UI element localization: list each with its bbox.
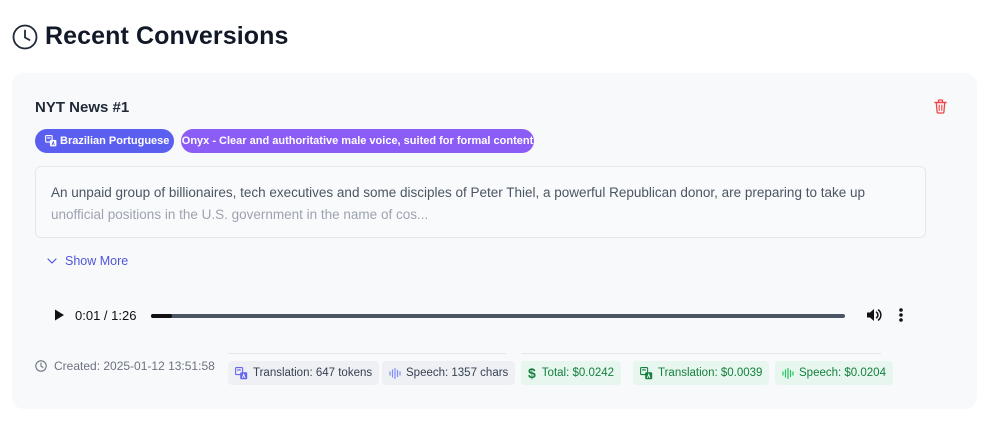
trash-icon <box>933 98 947 114</box>
voice-label: Onyx - Clear and authoritative male voic… <box>181 135 534 147</box>
total-cost-stat: $ Total: $0.0242 <box>521 361 622 385</box>
audio-progress-bar[interactable] <box>151 314 845 318</box>
audio-progress-fill <box>151 314 172 318</box>
created-info: Created: 2025-01-12 13:51:58 <box>35 359 215 373</box>
translation-cost-stat: Translation: $0.0039 <box>633 361 770 385</box>
text-preview-line-1: An unpaid group of billionaires, tech ex… <box>51 185 865 200</box>
clock-icon <box>35 360 47 372</box>
speech-chars-label: Speech: 1357 chars <box>406 367 509 379</box>
translate-icon <box>45 135 57 147</box>
speech-cost-label: Speech: $0.0204 <box>799 367 886 379</box>
conversion-title: NYT News #1 <box>35 99 130 116</box>
created-label: Created: 2025-01-12 13:51:58 <box>54 359 215 373</box>
cost-divider <box>521 353 881 354</box>
page-header: Recent Conversions <box>12 22 289 51</box>
translate-icon <box>640 366 653 380</box>
clock-icon <box>12 24 38 50</box>
audio-player: 0:01 / 1:26 <box>35 297 921 333</box>
waveform-icon <box>389 367 401 379</box>
voice-badge: Onyx - Clear and authoritative male voic… <box>181 129 534 153</box>
language-label: Brazilian Portuguese <box>60 135 170 147</box>
translate-icon <box>235 366 248 380</box>
delete-button[interactable] <box>931 97 949 115</box>
translation-tokens-label: Translation: 647 tokens <box>253 367 373 379</box>
page-title: Recent Conversions <box>45 22 289 50</box>
speech-cost-stat: Speech: $0.0204 <box>775 361 893 385</box>
translation-cost-label: Translation: $0.0039 <box>658 367 763 379</box>
text-preview-line-2: unofficial positions in the U.S. governm… <box>51 207 429 222</box>
speech-chars-stat: Speech: 1357 chars <box>382 361 516 385</box>
more-options-icon[interactable] <box>897 306 905 324</box>
conversion-card: NYT News #1 Brazilian Portuguese Onyx - … <box>12 73 977 409</box>
text-preview: An unpaid group of billionaires, tech ex… <box>35 166 926 238</box>
show-more-label: Show More <box>65 254 129 268</box>
audio-time: 0:01 / 1:26 <box>75 307 137 323</box>
waveform-icon <box>782 367 794 379</box>
language-badge: Brazilian Portuguese <box>35 129 174 153</box>
translation-tokens-stat: Translation: 647 tokens <box>228 361 380 385</box>
usage-divider <box>228 353 506 354</box>
show-more-button[interactable]: Show More <box>47 254 128 268</box>
volume-button[interactable] <box>865 306 883 324</box>
chevron-down-icon <box>47 258 57 264</box>
dollar-icon: $ <box>528 365 536 381</box>
play-button[interactable] <box>51 307 67 323</box>
total-cost-label: Total: $0.0242 <box>541 367 615 379</box>
